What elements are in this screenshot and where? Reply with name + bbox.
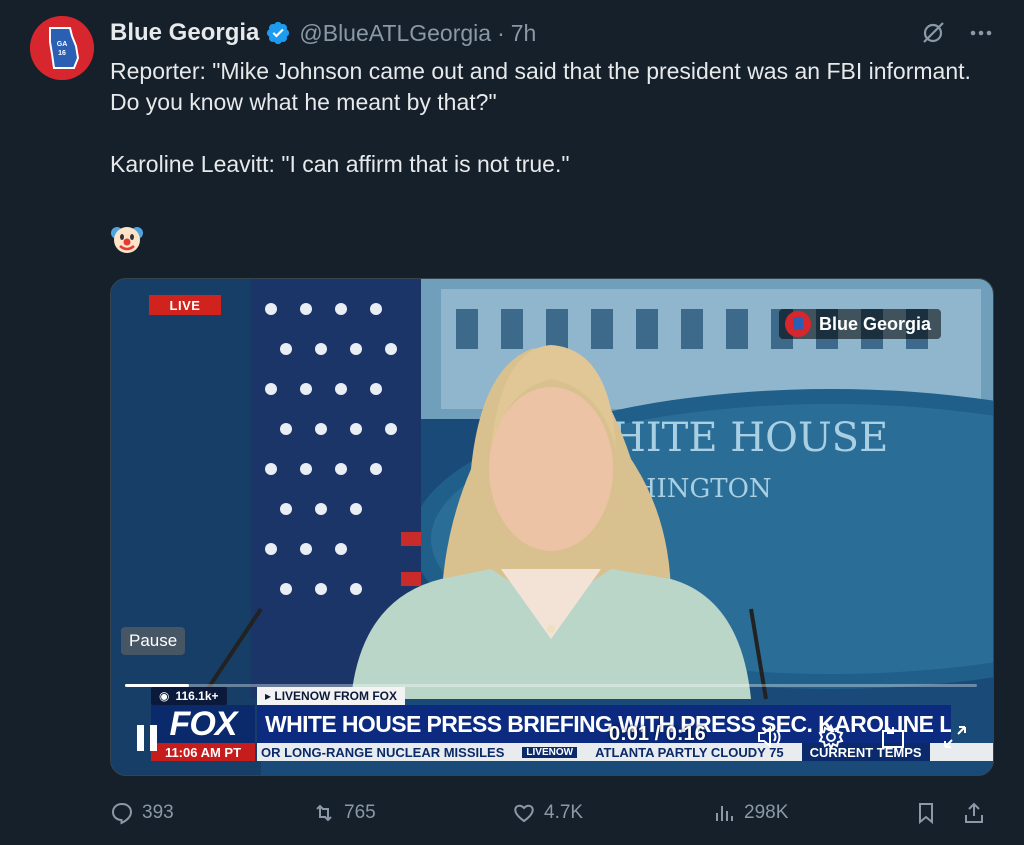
livenow-tag: ▸ LIVENOW FROM FOX [257,687,406,705]
tweet-text: Reporter: "Mike Johnson came out and sai… [110,56,990,180]
chyron-headline: WHITE HOUSE PRESS BRIEFING WITH PRESS SE… [257,705,951,743]
author-avatar[interactable]: GA 16 [30,16,94,80]
tweet-header: Blue Georgia @BlueATLGeorgia · 7h [110,16,994,50]
video-progress-fill [125,684,189,687]
like-count: 4.7K [544,802,584,823]
svg-text:GA: GA [57,41,68,48]
repost-button[interactable]: 765 [312,801,376,825]
reply-button[interactable]: 393 [110,801,174,825]
bookmark-button[interactable] [914,801,938,825]
ticker-livenow: LIVENOW [522,746,578,758]
ticker-text: OR LONG-RANGE NUCLEAR MISSILES [261,744,505,760]
fullscreen-button[interactable] [941,723,969,751]
clown-face-icon [111,227,143,253]
expand-icon [944,726,966,748]
separator-dot: · [497,19,505,46]
share-icon [965,802,983,823]
backdrop-text-1: HITE HOUSE [611,415,888,461]
volume-button[interactable] [755,723,783,751]
settings-button[interactable] [817,723,845,751]
gear-icon [818,723,844,751]
heart-icon [514,804,534,823]
tweet-actions: 393 765 4.7K 298K [110,796,992,830]
author-name[interactable]: Blue Georgia [110,19,259,47]
watermark-logo-icon [785,311,811,337]
more-options-icon[interactable] [968,20,994,46]
repost-count: 765 [344,802,376,823]
speaker-icon [758,725,781,749]
post-time[interactable]: 7h [511,20,537,47]
georgia-avatar-icon: GA 16 [30,16,94,80]
eye-icon: ◉ [159,689,170,703]
channel-watermark: Blue Georgia [779,309,942,339]
video-progress-bar[interactable] [125,684,977,687]
analytics-icon [716,806,733,821]
repost-icon [316,804,332,822]
view-count: 298K [744,802,789,823]
dock-button[interactable] [879,723,907,751]
verified-badge-icon [267,21,290,45]
video-player[interactable]: HITE HOUSE SHINGTON LIVE Blue Georgia Pa… [110,278,994,776]
share-button[interactable] [962,801,986,825]
viewer-count-badge: ◉ 116.1k+ [151,687,227,705]
tweet-text-quote: Reporter: "Mike Johnson came out and sai… [110,58,978,115]
author-handle[interactable]: @BlueATLGeorgia [299,20,491,47]
watermark-label: Blue Georgia [819,313,932,334]
video-frame: HITE HOUSE SHINGTON [111,279,993,775]
views-button[interactable]: 298K [712,801,788,825]
like-button[interactable]: 4.7K [512,801,583,825]
pause-tooltip: Pause [121,627,186,655]
pause-button[interactable] [133,723,163,753]
dock-icon [882,726,904,748]
live-badge: LIVE [149,295,221,315]
video-time: 0:01 / 0:16 [609,723,706,745]
fox-logo: FOX [151,705,255,743]
bookmark-icon [919,803,933,825]
grok-icon[interactable] [920,20,946,46]
reply-count: 393 [142,802,174,823]
svg-text:16: 16 [58,50,66,57]
tweet-text-reply: Karoline Leavitt: "I can affirm that is … [110,151,570,177]
broadcast-clock: 11:06 AM PT [151,743,255,761]
reply-icon [111,802,133,825]
viewer-count: 116.1k+ [175,689,219,703]
